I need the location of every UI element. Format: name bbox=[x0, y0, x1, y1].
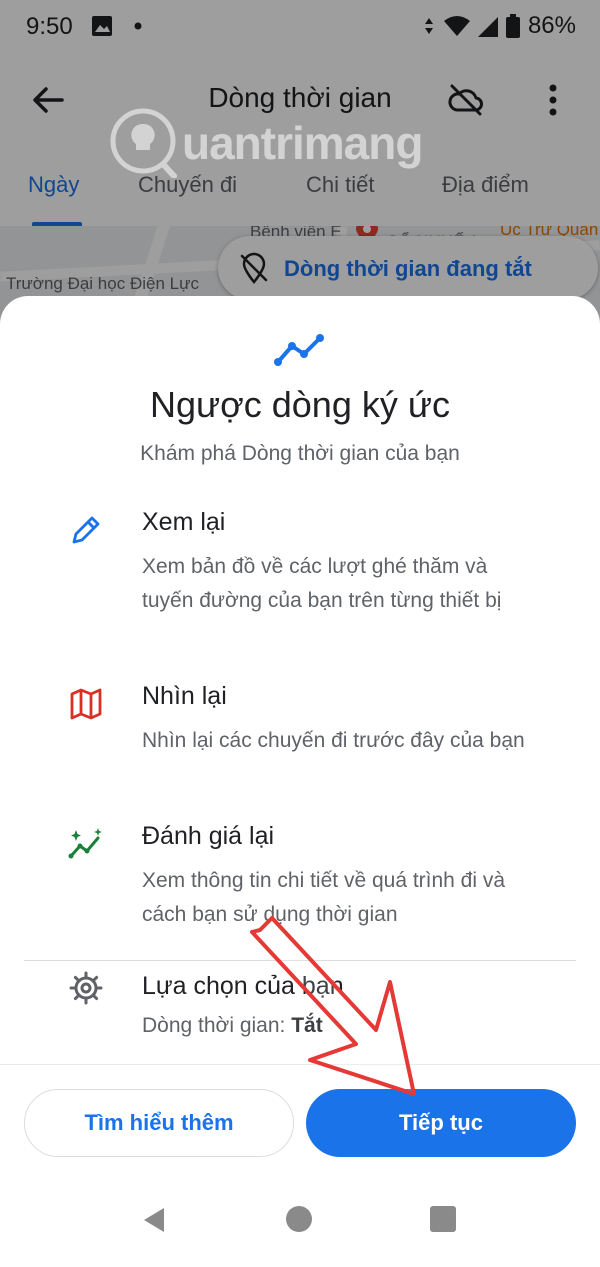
timeline-trend-icon bbox=[274, 332, 326, 368]
feature-description: Xem bản đồ về các lượt ghé thăm và tuyến… bbox=[142, 555, 502, 612]
learn-more-button[interactable]: Tìm hiểu thêm bbox=[24, 1089, 294, 1157]
timeline-intro-sheet: Ngược dòng ký ức Khám phá Dòng thời gian… bbox=[0, 296, 600, 1267]
sheet-title: Ngược dòng ký ức bbox=[150, 384, 450, 425]
divider bbox=[24, 960, 576, 961]
timeline-setting-label: Dòng thời gian: bbox=[142, 1014, 292, 1037]
gear-icon bbox=[68, 970, 104, 1006]
pencil-icon bbox=[68, 512, 104, 548]
nav-home-button[interactable] bbox=[286, 1206, 312, 1232]
your-choices-title[interactable]: Lựa chọn của bạn bbox=[142, 972, 344, 1001]
watermark-text: uantrimang bbox=[182, 117, 423, 169]
feature-title: Nhìn lại bbox=[142, 682, 227, 710]
sparkle-trend-icon bbox=[68, 826, 104, 862]
system-navigation-bar bbox=[0, 1190, 600, 1267]
timeline-setting-status: Dòng thời gian: Tắt bbox=[142, 1014, 323, 1038]
nav-recents-button[interactable] bbox=[430, 1206, 456, 1232]
continue-button[interactable]: Tiếp tục bbox=[306, 1089, 576, 1157]
feature-title: Đánh giá lại bbox=[142, 822, 275, 850]
triangle-back-icon bbox=[144, 1208, 164, 1232]
feature-title: Xem lại bbox=[142, 508, 226, 536]
timeline-setting-value: Tắt bbox=[291, 1014, 323, 1037]
watermark-logo: uantrimang bbox=[108, 104, 468, 179]
nav-back-button[interactable] bbox=[140, 1206, 168, 1239]
lightbulb-icon bbox=[110, 108, 177, 179]
feature-description: Nhìn lại các chuyến đi trước đây của bạn bbox=[142, 729, 525, 752]
sheet-subtitle: Khám phá Dòng thời gian của bạn bbox=[140, 442, 460, 465]
map-icon bbox=[68, 686, 104, 722]
feature-description: Xem thông tin chi tiết về quá trình đi v… bbox=[142, 869, 506, 926]
